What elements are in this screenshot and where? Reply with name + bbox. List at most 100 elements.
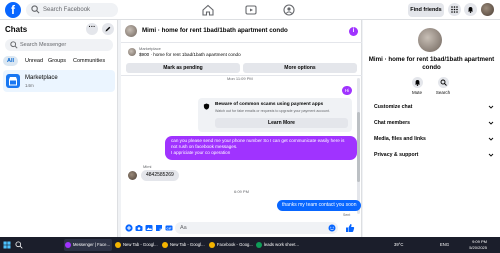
contact-avatar-large[interactable] (418, 28, 442, 52)
marketplace-icon (6, 74, 20, 88)
conversation-name: Marketplace (25, 75, 58, 81)
mark-as-pending-button[interactable]: Mark as pending (126, 63, 240, 73)
sender-avatar[interactable] (128, 171, 137, 180)
section-label: Chat members (374, 120, 411, 126)
learn-more-button[interactable]: Learn More (215, 118, 348, 128)
chrome-icon (162, 242, 168, 248)
customize-chat-row[interactable]: Customize chat (374, 102, 494, 112)
details-title: Mimi · home for rent 1bad/1bath apartmen… (368, 56, 495, 71)
conversation-header: Mimi · home for rent 1bad/1bath apartmen… (121, 20, 362, 43)
weather-text[interactable]: 39°C (394, 237, 403, 253)
taskbar-app-label: New Tab - Googl... (123, 242, 158, 247)
search-label: Search (435, 90, 451, 95)
search-in-conversation-button[interactable]: Search (431, 77, 455, 97)
privacy-support-row[interactable]: Privacy & support (374, 150, 494, 160)
conversation-time: 14m (25, 83, 34, 88)
listing-thumbnail (128, 48, 136, 56)
scam-warning-body: Watch out for fake emails or requests to… (215, 109, 330, 113)
chrome-icon (209, 242, 215, 248)
search-facebook-field[interactable]: Search Facebook (26, 3, 118, 17)
shield-icon (203, 103, 210, 110)
spreadsheet-icon (256, 242, 262, 248)
message-line: I appriciate your co operation (171, 150, 231, 156)
thumbs-up-icon[interactable] (345, 223, 355, 233)
bell-icon (414, 80, 420, 86)
chat-members-row[interactable]: Chat members (374, 118, 494, 128)
more-options-button[interactable]: More options (243, 63, 357, 73)
tab-communities[interactable]: Communities (69, 56, 109, 66)
grid-menu-icon (451, 6, 458, 13)
gif-icon[interactable]: GIF (165, 224, 173, 232)
plus-icon[interactable] (125, 224, 133, 232)
clock-date: 5/20/2025 (469, 245, 487, 250)
video-icon[interactable] (244, 3, 258, 17)
tab-groups[interactable]: Groups (44, 56, 70, 66)
more-options-icon[interactable]: ··· (86, 23, 98, 35)
chevron-down-icon (488, 153, 494, 157)
windows-start-icon[interactable] (3, 241, 11, 249)
facebook-topbar: f Search Facebook Find friends (0, 0, 500, 20)
find-friends-button[interactable]: Find friends (408, 3, 444, 17)
taskbar-clock[interactable]: 9:09 PM 5/20/2025 (463, 239, 487, 251)
groups-icon[interactable] (282, 3, 296, 17)
media-files-links-row[interactable]: Media, files and links (374, 134, 494, 144)
taskbar-search-icon[interactable] (15, 241, 23, 249)
taskbar-app-sheet[interactable]: leads work sheet... (255, 239, 303, 251)
chevron-down-icon (488, 137, 494, 141)
search-messenger-field[interactable]: Search Messenger (5, 39, 113, 51)
bell-icon (468, 7, 473, 13)
contact-avatar[interactable] (125, 25, 137, 37)
message-input-placeholder: Aa (180, 225, 187, 231)
timestamp: 6:09 PM (234, 189, 249, 194)
conversation-title[interactable]: Mimi · home for rent 1bad/1bath apartmen… (142, 27, 288, 34)
scam-warning-card: Beware of common scams using payment app… (198, 98, 352, 132)
language-indicator[interactable]: ENG (440, 237, 449, 253)
notifications-button[interactable] (464, 3, 477, 16)
taskbar-app-chrome[interactable]: New Tab - Googl... (114, 239, 158, 251)
incoming-sender-name: Mimi (143, 164, 152, 169)
windows-taskbar: Messenger | Face... New Tab - Googl... N… (0, 237, 500, 253)
chevron-down-icon (488, 121, 494, 125)
home-icon[interactable] (201, 3, 215, 17)
taskbar-app-messenger[interactable]: Messenger | Face... (64, 239, 112, 251)
facebook-logo-icon[interactable]: f (5, 2, 21, 18)
conversation-item-marketplace[interactable]: Marketplace 14m (3, 70, 115, 92)
camera-icon[interactable] (135, 224, 143, 232)
section-label: Privacy & support (374, 152, 419, 158)
message-input[interactable]: Aa (175, 222, 338, 234)
taskbar-app-label: Messenger | Face... (73, 242, 110, 247)
chats-sidebar: Chats ··· Search Messenger All Unread Gr… (0, 20, 118, 237)
taskbar-app-label: leads work sheet... (264, 242, 299, 247)
timestamp: Mon 11:09 PM (227, 76, 253, 81)
section-label: Media, files and links (374, 136, 426, 142)
search-icon (10, 41, 18, 49)
chevron-down-icon (488, 105, 494, 109)
menu-button[interactable] (448, 3, 461, 16)
scrollbar-thumb[interactable] (357, 112, 360, 182)
scam-warning-heading: Beware of common scams using payment app… (215, 102, 324, 107)
marketplace-listing-banner: Marketplace $900 · home for rent 1bad/1b… (121, 43, 362, 76)
search-facebook-placeholder: Search Facebook (43, 7, 91, 13)
image-icon[interactable] (145, 224, 153, 232)
tab-all[interactable]: All (3, 56, 19, 66)
message-thread: Mon 11:09 PM Hi Beware of common scams u… (121, 76, 362, 219)
messenger-icon (65, 242, 71, 248)
taskbar-app-label: New Tab - Googl... (170, 242, 205, 247)
emoji-icon[interactable] (328, 224, 336, 232)
info-icon[interactable]: i (349, 27, 358, 36)
new-message-button[interactable] (102, 23, 114, 35)
mute-button[interactable]: Mute (405, 77, 429, 97)
thread-scrollbar[interactable] (357, 78, 360, 214)
outgoing-message: thanks my team contact you soon (277, 200, 362, 211)
conversation-details-panel: Mimi · home for rent 1bad/1bath apartmen… (363, 20, 500, 237)
account-avatar[interactable] (481, 3, 494, 16)
message-composer: GIF Aa (121, 219, 362, 237)
sent-message-bubble: Hi (342, 86, 352, 95)
taskbar-app-chrome[interactable]: New Tab - Googl... (161, 239, 205, 251)
taskbar-app-chrome[interactable]: Facebook - Goog... (208, 239, 253, 251)
search-icon (440, 79, 447, 86)
search-icon (31, 5, 40, 14)
chats-title: Chats (5, 25, 28, 34)
listing-description[interactable]: $900 · home for rent 1bad/1bath apartmen… (139, 52, 241, 57)
sticker-icon[interactable] (155, 224, 163, 232)
